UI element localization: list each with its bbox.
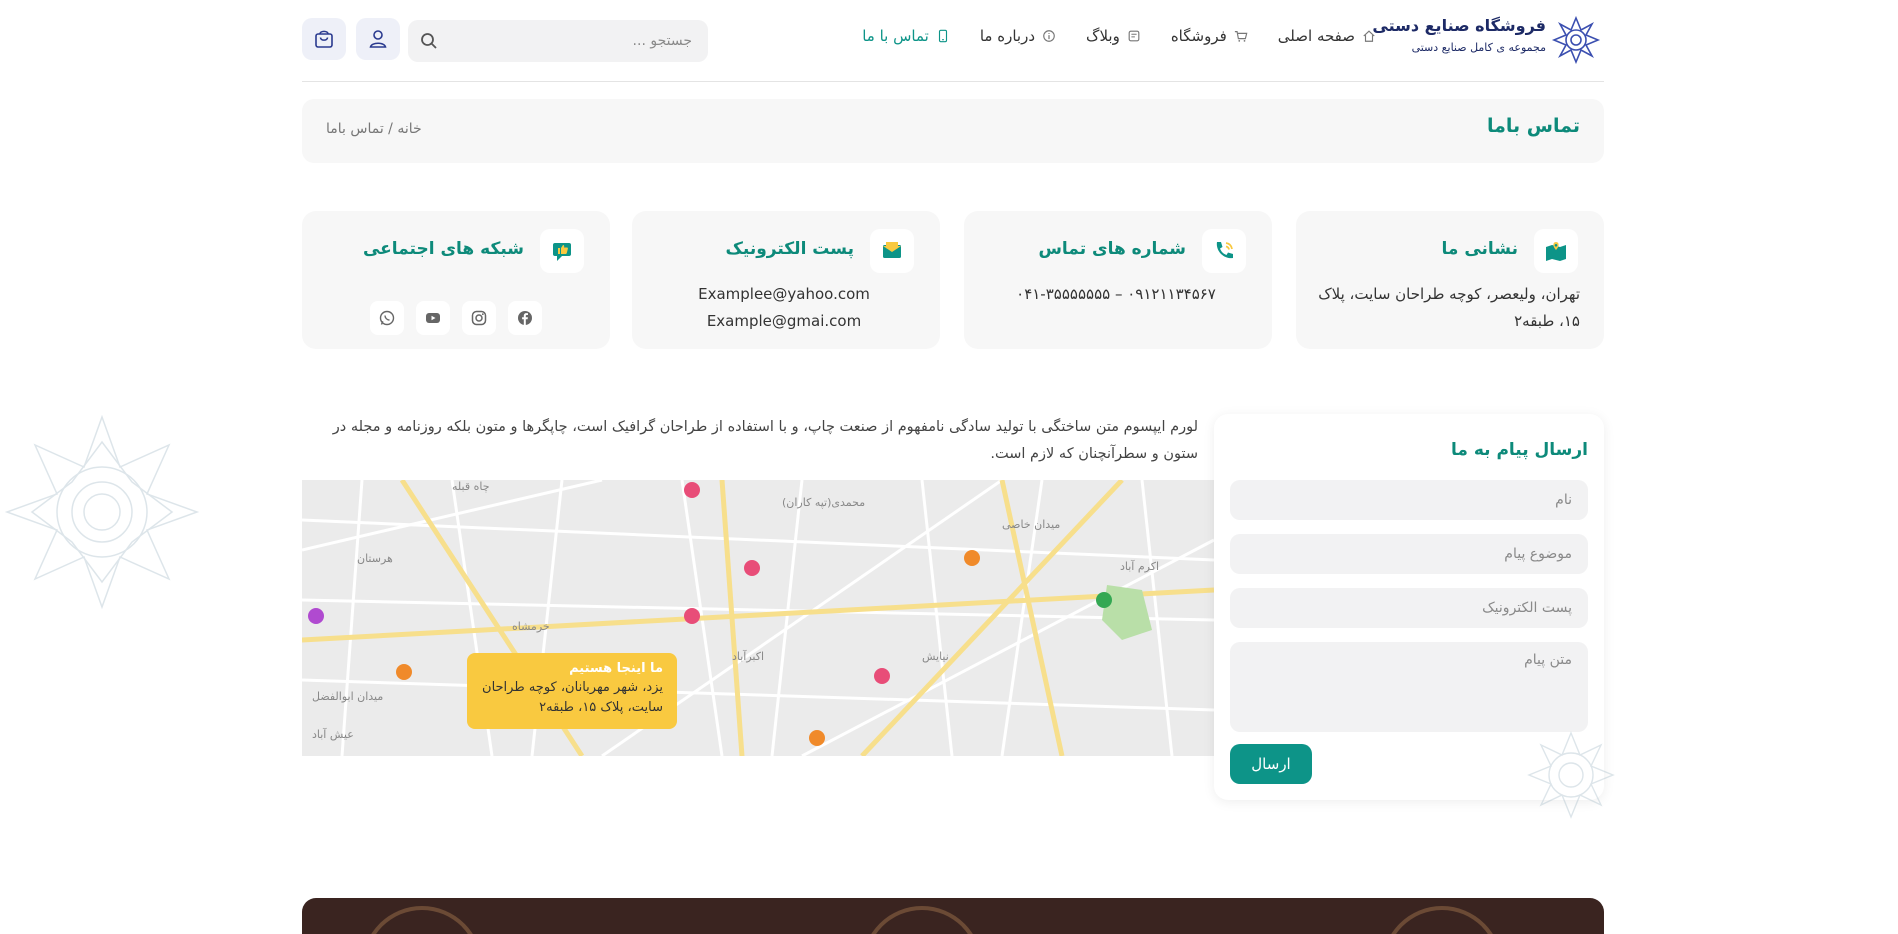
subject-field-wrap [1230,534,1588,574]
site-header: فروشگاه صنایع دستی مجموعه ی کامل صنایع د… [302,0,1604,82]
search-input[interactable] [408,20,708,62]
email-card: پست الکترونیک Examplee@yahoo.com Example… [632,211,940,349]
account-button[interactable] [356,18,400,60]
message-field[interactable] [1230,642,1588,732]
social-links [370,301,542,335]
email-field-wrap [1230,588,1588,628]
search-icon[interactable] [420,32,438,50]
nav-shop[interactable]: فروشگاه [1171,27,1248,45]
location-map[interactable]: چاه قبله محمدی(تپه کاران) هرستان خرمشاه … [302,480,1214,756]
svg-text:چاه قبله: چاه قبله [452,480,490,493]
map-location-icon [1534,229,1578,273]
brand[interactable]: فروشگاه صنایع دستی مجموعه ی کامل صنایع د… [1372,16,1546,54]
email-icon [870,229,914,273]
youtube-link[interactable] [416,301,450,335]
nav-blog[interactable]: وبلاگ [1086,27,1141,45]
instagram-icon [471,310,487,326]
brand-subtitle: مجموعه ی کامل صنایع دستی [1411,41,1546,54]
whatsapp-link[interactable] [370,301,404,335]
phone-call-icon [1202,229,1246,273]
subject-field[interactable] [1230,534,1588,574]
bottom-banner [302,898,1604,934]
svg-text:خرمشاه: خرمشاه [512,620,550,633]
instagram-link[interactable] [462,301,496,335]
svg-text:عیش آباد: عیش آباد [312,727,354,741]
cart-button[interactable] [302,18,346,60]
name-field-wrap [1230,480,1588,520]
nav-contact-label: تماس با ما [862,27,929,45]
form-title: ارسال پیام به ما [1451,440,1588,460]
blog-icon [1128,30,1140,42]
address-text: تهران، ولیعصر، کوچه طراحان سایت، پلاک ۱۵… [1318,285,1580,330]
thumbs-up-icon [540,229,584,273]
phone-numbers[interactable]: ۰۹۱۲۱۱۳۴۵۶۷ – ۰۴۱-۳۵۵۵۵۵۵۵ [984,281,1248,308]
svg-text:میدان ابوالفضل: میدان ابوالفضل [312,690,383,703]
phone-title: شماره های تماس [1038,239,1186,259]
send-button[interactable]: ارسال [1230,744,1312,784]
map-note-address: یزد، شهر مهربانان، کوچه طراحان سایت، پلا… [482,680,663,715]
facebook-icon [518,311,532,325]
intro-text: لورم ایپسوم متن ساختگی با تولید سادگی نا… [332,419,1198,462]
svg-text:محمدی(تپه کاران): محمدی(تپه کاران) [782,496,865,509]
nav-about[interactable]: درباره ما [980,27,1056,45]
nav-home-label: صفحه اصلی [1277,27,1355,45]
whatsapp-icon [379,310,395,326]
name-field[interactable] [1230,480,1588,520]
banner-arch [362,906,482,934]
info-icon [1043,30,1055,42]
address-card: نشانی ما تهران، ولیعصر، کوچه طراحان سایت… [1296,211,1604,349]
svg-text:میدان خاصی: میدان خاصی [1002,518,1060,531]
map-note-title: ما اینجا هستیم [569,661,663,676]
facebook-link[interactable] [508,301,542,335]
email-link-gmail[interactable]: Example@gmai.com [652,308,916,335]
youtube-icon [426,313,440,323]
brand-title: فروشگاه صنایع دستی [1372,16,1546,35]
main-nav: صفحه اصلی فروشگاه وبلاگ درباره ما تماس ب… [862,27,1376,45]
nav-about-label: درباره ما [979,27,1036,45]
search-box [408,20,708,62]
svg-text:هرستان: هرستان [357,552,393,565]
email-title: پست الکترونیک [725,239,854,259]
email-field[interactable] [1230,588,1588,628]
logo-icon[interactable] [1548,15,1604,65]
page-title: تماس باما [1486,115,1580,137]
svg-text:نیایش: نیایش [922,650,949,663]
nav-shop-label: فروشگاه [1170,27,1227,45]
shopping-bag-icon [315,30,333,48]
banner-arch [862,906,982,934]
decorative-mandala-icon [4,414,200,610]
nav-contact[interactable]: تماس با ما [862,27,950,45]
email-list: Examplee@yahoo.com Example@gmai.com [652,281,916,335]
banner-arch [1382,906,1502,934]
email-link-yahoo[interactable]: Examplee@yahoo.com [652,281,916,308]
nav-home[interactable]: صفحه اصلی [1278,27,1376,45]
home-icon [1363,30,1375,42]
social-card: شبکه های اجتماعی [302,211,610,349]
phone-card: شماره های تماس ۰۹۱۲۱۱۳۴۵۶۷ – ۰۴۱-۳۵۵۵۵۵۵… [964,211,1272,349]
address-title: نشانی ما [1441,239,1518,259]
svg-text:اکرم آباد: اکرم آباد [1120,559,1159,573]
phone-icon [938,29,947,43]
user-icon [369,30,387,48]
message-field-wrap [1230,642,1588,732]
svg-text:اکبرآباد: اکبرآباد [732,649,764,663]
nav-blog-label: وبلاگ [1086,27,1120,45]
social-title: شبکه های اجتماعی [362,239,524,259]
map-streets: چاه قبله محمدی(تپه کاران) هرستان خرمشاه … [302,480,1214,756]
map-location-note: ما اینجا هستیم یزد، شهر مهربانان، کوچه ط… [467,653,677,729]
breadcrumb: تماس باما خانه / تماس باما [302,99,1604,163]
cart-icon [1234,31,1248,42]
breadcrumb-path[interactable]: خانه / تماس باما [326,121,422,137]
decorative-mandala-small-icon [1527,731,1615,819]
